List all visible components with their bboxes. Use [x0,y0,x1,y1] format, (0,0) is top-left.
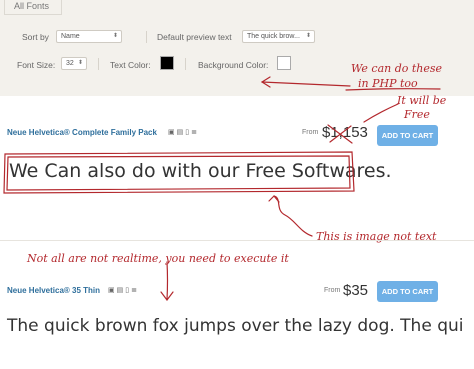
background-color-label: Background Color: [198,60,269,70]
annotation-realtime-note: Not all are not realtime, you need to ex… [27,252,289,265]
product-name[interactable]: Neue Helvetica® 35 Thin [7,286,100,295]
format-icons: ▣▤▯≣ [108,287,139,294]
preview-text-label: Default preview text [157,32,232,42]
preview-text-select[interactable]: The quick brow... ⬍ [242,30,315,43]
annotation-php-line1: We can do these [351,62,443,75]
sort-by-label: Sort by [22,32,49,42]
product-name[interactable]: Neue Helvetica® Complete Family Pack [7,128,157,137]
tab-all-fonts[interactable]: All Fonts [4,0,62,15]
add-to-cart-button[interactable]: ADD TO CART [377,281,438,302]
text-color-swatch[interactable] [160,56,174,70]
format-icons: ▣▤▯≣ [168,129,199,136]
sort-by-select[interactable]: Name ⬍ [56,30,122,43]
font-preview-text: The quick brown fox jumps over the lazy … [7,316,464,336]
annotation-arrow [273,195,313,237]
annotation-image-note: This is image not text [316,230,437,243]
from-label: From [324,287,341,294]
add-to-cart-button[interactable]: ADD TO CART [377,125,438,146]
divider [98,58,99,70]
annotation-free-line2: Free [404,108,430,121]
select-arrows-icon: ⬍ [305,33,311,39]
divider [146,31,147,43]
price-digits: 1,153 [330,124,368,141]
text-color-label: Text Color: [110,60,151,70]
annotation-arrow [363,103,399,123]
annotation-free-line1: It will be [397,94,447,107]
annotation-php-line2: in PHP too [358,77,418,90]
row-divider [0,240,474,241]
font-size-select[interactable]: 32 ⬍ [61,57,87,70]
from-label: From [302,129,319,136]
font-size-value: 32 [66,60,74,67]
annotation-arrowhead [268,195,280,203]
sort-by-value: Name [61,33,80,40]
divider [185,58,186,70]
price-digits: 35 [351,282,369,299]
select-arrows-icon: ⬍ [112,33,118,39]
preview-text-value: The quick brow... [247,33,300,40]
font-size-label: Font Size: [17,60,56,70]
annotation-arrow [166,261,169,301]
annotation-arrowhead [160,291,174,301]
background-color-swatch[interactable] [277,56,291,70]
price: $1,153 [322,124,368,141]
select-arrows-icon: ⬍ [77,60,83,66]
font-preview-text: We Can also do with our Free Softwares. [9,160,392,182]
price: $35 [343,282,368,299]
